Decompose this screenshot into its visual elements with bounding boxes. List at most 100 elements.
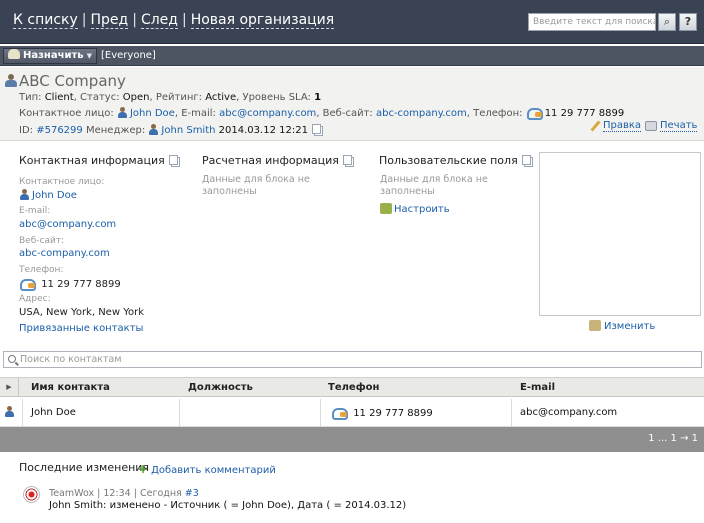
help-button[interactable]: ?: [679, 13, 697, 31]
contacts-table-header: ▶ Имя контакта Должность Телефон E-mail: [0, 377, 704, 397]
print-link[interactable]: Печать: [660, 120, 698, 132]
column-header-email[interactable]: E-mail: [520, 382, 555, 393]
next-link[interactable]: След: [140, 12, 178, 29]
pagination[interactable]: 1 ... 1 → 1: [648, 433, 698, 444]
users-icon: [8, 49, 20, 59]
assign-button[interactable]: Назначить ▼: [3, 48, 97, 64]
new-organization-link[interactable]: Новая организация: [190, 12, 335, 29]
column-header-phone[interactable]: Телефон: [328, 382, 379, 393]
type-value: Client: [44, 92, 74, 103]
back-to-list-link[interactable]: К списку: [13, 12, 78, 29]
nav-separator: |: [81, 12, 87, 28]
manager-link[interactable]: John Smith: [161, 125, 215, 136]
phone-value: 11 29 777 8899: [544, 108, 625, 119]
search-input[interactable]: Введите текст для поиска: [528, 13, 656, 31]
contact-link[interactable]: John Doe: [130, 108, 175, 119]
phone-label: Телефон:: [19, 265, 64, 275]
avatar: [23, 486, 40, 503]
id-label: ID:: [19, 125, 34, 136]
custom-fields-empty-text: Данные для блока не заполнены: [380, 174, 488, 197]
change-meta: TeamWox | 12:34 | Сегодня #3: [49, 488, 199, 499]
company-contacts: Контактное лицо: John Doe, E-mail: abc@c…: [19, 107, 625, 120]
phone-value: 11 29 777 8899: [19, 278, 121, 291]
nav-separator: |: [132, 12, 137, 28]
plus-icon: +: [138, 462, 149, 476]
website-link[interactable]: abc-company.com: [19, 248, 110, 259]
email-label: E-mail:: [181, 108, 216, 119]
contact-person-link[interactable]: John Doe: [19, 189, 77, 201]
sla-label: Уровень SLA:: [242, 92, 311, 103]
sla-value: 1: [314, 92, 322, 103]
edit-link[interactable]: Правка: [603, 120, 642, 132]
recent-changes-title: Последние изменения: [19, 461, 150, 474]
linked-contacts-link[interactable]: Привязанные контакты: [19, 323, 143, 334]
column-header-name[interactable]: Имя контакта: [31, 382, 110, 393]
person-icon: [117, 107, 128, 118]
copy-icon[interactable]: [521, 155, 531, 165]
image-box: [539, 152, 701, 316]
person-icon: [148, 124, 159, 135]
configure-link[interactable]: Настроить: [380, 203, 450, 215]
change-number-link[interactable]: #3: [185, 488, 199, 499]
table-row[interactable]: John Doe 11 29 777 8899 abc@company.com: [0, 399, 704, 427]
change-link[interactable]: Изменить: [589, 320, 655, 332]
contact-person-label: Контактное лицо:: [19, 177, 105, 187]
configure-icon: [380, 203, 392, 214]
change-text: John Smith: изменено - Источник ( = John…: [49, 500, 407, 511]
table-footer: 1 ... 1 → 1: [0, 427, 704, 452]
company-icon: [5, 74, 17, 87]
contact-name: John Doe: [31, 407, 76, 418]
phone-icon[interactable]: [331, 407, 348, 420]
phone-label: Телефон:: [473, 108, 523, 119]
navigation: К списку | Пред | След | Новая организация: [13, 12, 335, 29]
company-meta: ID: #576299 Менеджер: John Smith 2014.03…: [19, 124, 321, 136]
contact-label: Контактное лицо:: [19, 108, 114, 119]
website-label: Веб-сайт:: [322, 108, 373, 119]
search-icon: ⌕: [663, 15, 671, 28]
add-comment-link[interactable]: + Добавить комментарий: [138, 462, 276, 476]
custom-fields-title: Пользовательские поля: [379, 154, 531, 167]
person-icon: [19, 189, 30, 200]
copy-icon[interactable]: [342, 155, 352, 165]
rating-value: Active: [205, 92, 237, 103]
contact-phone: 11 29 777 8899: [331, 407, 433, 420]
company-attributes: Тип: Client, Статус: Open, Рейтинг: Acti…: [19, 92, 322, 103]
assignee-group: [Everyone]: [101, 50, 156, 61]
website-link[interactable]: abc-company.com: [376, 108, 467, 119]
website-label: Веб-сайт:: [19, 236, 65, 246]
email-link[interactable]: abc@company.com: [19, 219, 116, 230]
expand-icon[interactable]: ▶: [0, 378, 19, 397]
pencil-icon: [590, 121, 600, 131]
printer-icon: [645, 121, 657, 131]
contact-email: abc@company.com: [520, 407, 618, 418]
top-bar: К списку | Пред | След | Новая организация Вве…: [0, 0, 704, 44]
edit-icon: [589, 320, 601, 331]
billing-empty-text: Данные для блока не заполнены: [202, 174, 310, 197]
rating-label: Рейтинг:: [155, 92, 202, 103]
billing-title: Расчетная информация: [202, 154, 352, 167]
chevron-down-icon: ▼: [86, 52, 92, 60]
email-label: E-mail:: [19, 206, 51, 216]
status-value: Open: [122, 92, 150, 103]
search-button[interactable]: ⌕: [658, 13, 676, 31]
contact-info-title: Контактная информация: [19, 154, 178, 167]
copy-icon[interactable]: [168, 155, 178, 165]
id-link[interactable]: #576299: [36, 125, 83, 136]
column-header-position[interactable]: Должность: [188, 382, 253, 393]
person-icon: [4, 406, 15, 417]
toolbar: Назначить ▼ [Everyone]: [0, 46, 704, 66]
created-date: 2014.03.12 12:21: [218, 125, 308, 136]
search-icon: [8, 355, 16, 363]
contact-search-input[interactable]: Поиск по контактам: [3, 351, 702, 368]
manager-label: Менеджер:: [85, 125, 146, 136]
status-label: Статус:: [80, 92, 120, 103]
copy-icon[interactable]: [311, 124, 321, 134]
phone-icon[interactable]: [526, 107, 543, 120]
phone-icon[interactable]: [19, 278, 36, 291]
address-label: Адрес:: [19, 294, 51, 304]
nav-separator: |: [181, 12, 187, 28]
assign-label: Назначить: [23, 50, 84, 61]
type-label: Тип:: [19, 92, 42, 103]
email-link[interactable]: abc@company.com: [219, 108, 316, 119]
prev-link[interactable]: Пред: [90, 12, 129, 29]
